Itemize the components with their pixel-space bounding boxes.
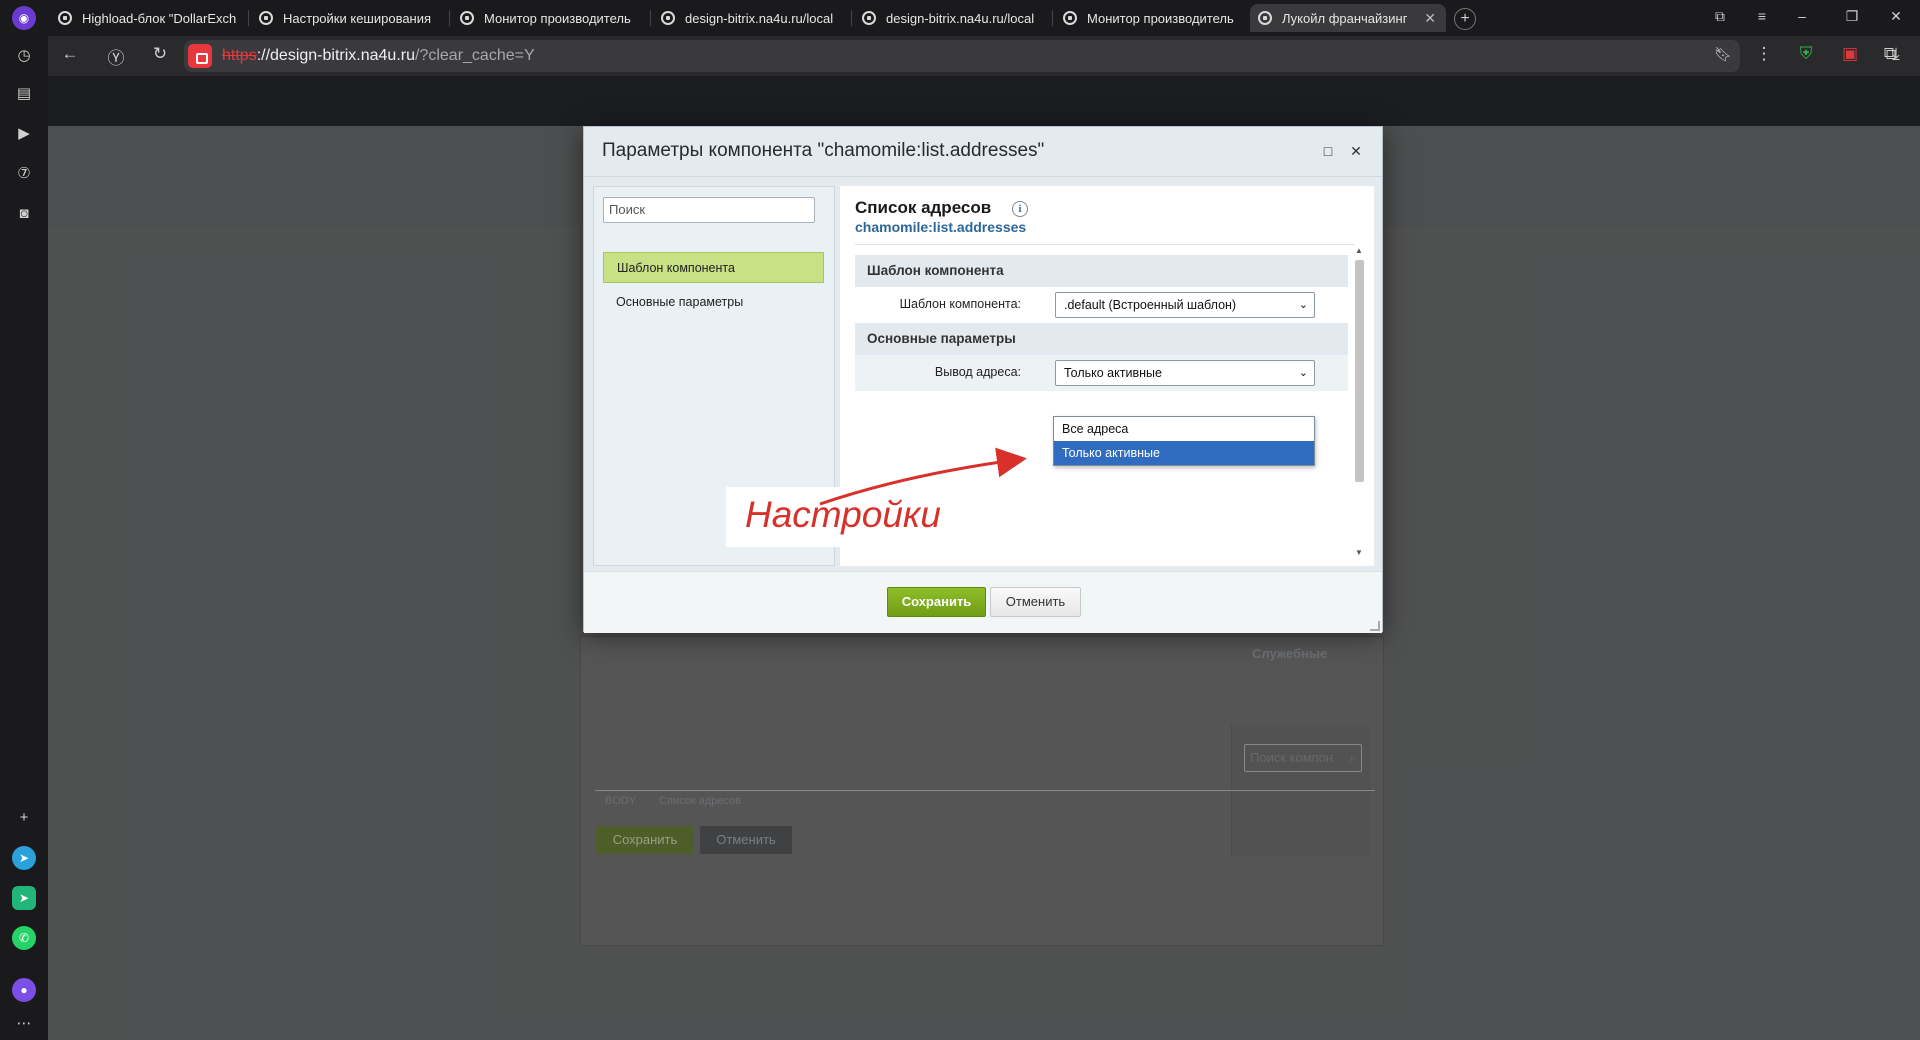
save-button[interactable]: Сохранить xyxy=(887,587,986,617)
media-icon[interactable]: ▶ xyxy=(12,122,36,146)
tab-2[interactable]: Настройки кеширования xyxy=(251,4,441,32)
section-main-header: Основные параметры xyxy=(855,323,1348,355)
restore-icon[interactable]: ❐ xyxy=(1840,8,1864,25)
dialog-title: Параметры компонента "chamomile:list.add… xyxy=(602,140,1045,161)
close-tab-icon[interactable]: ✕ xyxy=(1424,10,1436,27)
background-component-search: Поиск компон ⌕ xyxy=(1244,744,1362,772)
site-favicon-icon xyxy=(862,11,876,25)
scroll-down-icon[interactable]: ▼ xyxy=(1355,548,1363,557)
more-panels-icon[interactable]: ⋯ xyxy=(12,1012,36,1036)
template-field-label: Шаблон компонента: xyxy=(899,297,1021,311)
address-output-select[interactable]: Только активные ⌄ xyxy=(1055,360,1315,386)
close-window-icon[interactable]: ✕ xyxy=(1884,8,1908,25)
bookmark-icon[interactable]: 🔖︎ xyxy=(1714,46,1732,63)
row-template: Шаблон компонента: .default (Встроенный … xyxy=(855,287,1348,323)
back-icon[interactable]: ← xyxy=(58,44,82,64)
reload-icon[interactable]: ↻ xyxy=(148,44,172,64)
more-icon[interactable]: ⋮ xyxy=(1752,44,1776,64)
close-icon[interactable]: ✕ xyxy=(1348,143,1364,160)
address-output-label: Вывод адреса: xyxy=(934,365,1021,379)
seven-icon[interactable]: ⑦ xyxy=(12,162,36,186)
downloads-icon[interactable]: ⤓ xyxy=(1884,44,1908,64)
add-panel-icon[interactable]: + xyxy=(12,806,36,830)
browser-sidebar: ◷ ▤ ▶ ⑦ ◙ + ➤ ➤ ✆ ● ⋯ xyxy=(0,36,48,1040)
component-code: chamomile:list.addresses xyxy=(855,219,1027,235)
info-icon[interactable]: i xyxy=(1012,201,1028,217)
tab-7-active[interactable]: Лукойл франчайзинг ✕ xyxy=(1250,4,1446,32)
site-favicon-icon xyxy=(460,11,474,25)
new-tab-button[interactable]: + xyxy=(1454,8,1476,30)
url-field[interactable]: https://design-bitrix.na4u.ru/?clear_cac… xyxy=(184,40,1740,72)
resize-handle[interactable] xyxy=(1370,621,1380,631)
params-scrollbar[interactable]: ▲ ▼ xyxy=(1352,246,1366,560)
section-template-header: Шаблон компонента xyxy=(855,255,1348,287)
maximize-icon[interactable]: □ xyxy=(1320,143,1336,159)
tab-4[interactable]: design-bitrix.na4u.ru/local xyxy=(653,4,843,32)
tab-menu-icon[interactable]: ⧉ xyxy=(1708,8,1732,25)
site-favicon-icon xyxy=(58,11,72,25)
option-all-addresses[interactable]: Все адреса xyxy=(1054,417,1314,441)
browser-tab-bar: ◉ Highload-блок "DollarExch Настройки ке… xyxy=(0,0,1920,36)
background-cancel-button: Отменить xyxy=(700,826,792,854)
site-favicon-icon xyxy=(259,11,273,25)
insecure-lock-icon[interactable] xyxy=(188,44,212,68)
tab-3[interactable]: Монитор производитель xyxy=(452,4,642,32)
site-favicon-icon xyxy=(1258,11,1272,25)
dialog-header: Параметры компонента "chamomile:list.add… xyxy=(584,127,1382,177)
tab-1[interactable]: Highload-блок "DollarExch xyxy=(50,4,240,32)
row-address-output: Вывод адреса: Только активные ⌄ xyxy=(855,355,1348,391)
tab-5[interactable]: design-bitrix.na4u.ru/local xyxy=(854,4,1044,32)
yandex-icon[interactable]: Ⓨ xyxy=(104,44,128,69)
extension-icon[interactable]: ▣ xyxy=(1838,44,1862,64)
scroll-up-icon[interactable]: ▲ xyxy=(1355,246,1363,255)
cancel-button[interactable]: Отменить xyxy=(990,587,1081,617)
history-icon[interactable]: ◷ xyxy=(12,44,36,68)
nav-item-main-params[interactable]: Основные параметры xyxy=(603,287,824,318)
minimize-icon[interactable]: – xyxy=(1790,8,1814,24)
site-favicon-icon xyxy=(1063,11,1077,25)
telegram-icon[interactable]: ➤ xyxy=(12,846,36,870)
background-service-label: Служебные xyxy=(1252,646,1328,661)
divider xyxy=(855,244,1355,245)
params-search-input[interactable]: Поиск xyxy=(603,197,815,223)
reading-list-icon[interactable]: ▤ xyxy=(12,82,36,106)
tab-6[interactable]: Монитор производитель xyxy=(1055,4,1245,32)
protect-shield-icon[interactable]: ⛨ xyxy=(1794,44,1818,64)
site-favicon-icon xyxy=(661,11,675,25)
template-select[interactable]: .default (Встроенный шаблон) ⌄ xyxy=(1055,292,1315,318)
address-bar-row: ← Ⓨ ↻ https://design-bitrix.na4u.ru/?cle… xyxy=(48,36,1920,76)
editor-status-bar: BODY Список адресов xyxy=(595,790,1375,812)
dialog-footer: Сохранить Отменить xyxy=(584,571,1382,633)
chevron-down-icon: ⌄ xyxy=(1298,299,1308,311)
browser-logo-icon[interactable]: ◉ xyxy=(12,6,36,30)
scroll-thumb[interactable] xyxy=(1355,260,1364,482)
option-only-active[interactable]: Только активные xyxy=(1054,441,1314,465)
annotation-label: Настройки xyxy=(745,494,941,535)
nav-item-template[interactable]: Шаблон компонента xyxy=(603,252,824,283)
background-save-button: Сохранить xyxy=(596,826,694,854)
search-icon: ⌕ xyxy=(1349,750,1357,765)
alice-icon[interactable]: ● xyxy=(12,978,36,1002)
address-output-dropdown: Все адреса Только активные xyxy=(1053,416,1315,466)
menu-icon[interactable]: ≡ xyxy=(1750,8,1774,24)
component-name: Список адресов xyxy=(855,198,992,217)
whatsapp-icon[interactable]: ✆ xyxy=(12,926,36,950)
dialog-body: Поиск Шаблон компонента Основные парамет… xyxy=(584,177,1382,571)
component-params-dialog: Параметры компонента "chamomile:list.add… xyxy=(583,126,1383,633)
chevron-down-icon: ⌄ xyxy=(1298,367,1308,379)
screenshot-icon[interactable]: ◙ xyxy=(12,202,36,226)
messenger-icon[interactable]: ➤ xyxy=(12,886,36,910)
